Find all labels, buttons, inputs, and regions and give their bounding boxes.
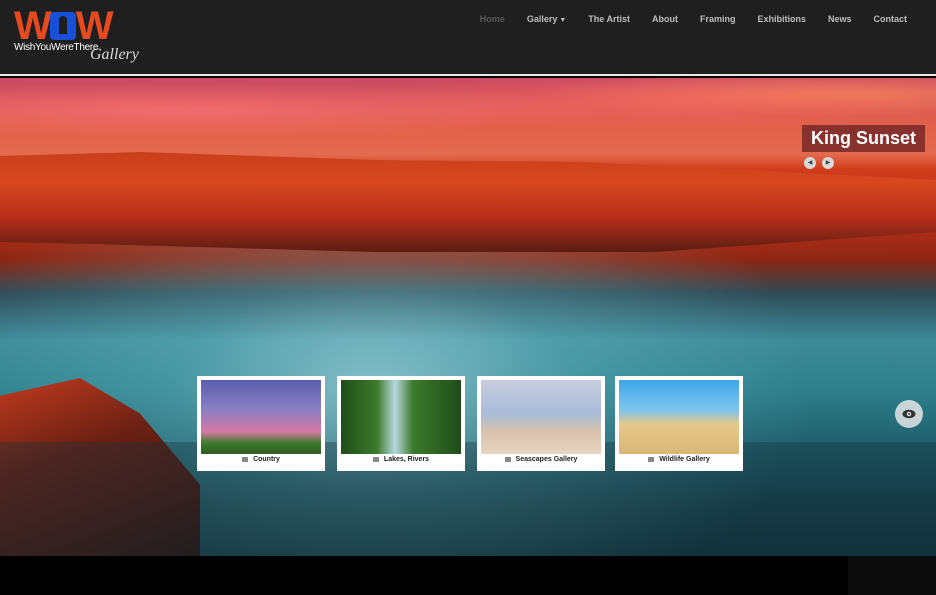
hero-cliff bbox=[0, 152, 936, 252]
thumb-label: Country bbox=[197, 456, 325, 463]
slide-title: King Sunset bbox=[802, 125, 926, 152]
nav-home[interactable]: Home bbox=[469, 14, 516, 24]
thumb-wildlife[interactable]: Wildlife Gallery bbox=[615, 376, 743, 471]
folder-icon bbox=[242, 456, 249, 462]
view-fullscreen-button[interactable] bbox=[895, 400, 923, 428]
thumb-image bbox=[481, 380, 601, 454]
gallery-thumbnail-strip bbox=[0, 442, 936, 556]
folder-icon bbox=[648, 456, 655, 462]
footer-corner bbox=[848, 556, 936, 595]
thumb-seascapes[interactable]: Seascapes Gallery bbox=[477, 376, 605, 471]
prev-slide-button[interactable]: ◀ bbox=[804, 157, 816, 169]
thumb-label: Seascapes Gallery bbox=[477, 456, 605, 463]
nav-gallery-label: Gallery bbox=[526, 14, 558, 24]
thumb-country[interactable]: Country bbox=[197, 376, 325, 471]
nav-gallery[interactable]: Gallery ▼ bbox=[516, 14, 577, 24]
nav-news[interactable]: News bbox=[817, 14, 863, 24]
thumb-label: Wildlife Gallery bbox=[615, 456, 743, 463]
thumb-lakes-rivers[interactable]: Lakes, Rivers bbox=[337, 376, 465, 471]
next-slide-button[interactable]: ▶ bbox=[822, 157, 834, 169]
nav-framing[interactable]: Framing bbox=[689, 14, 747, 24]
hero-slideshow[interactable]: King Sunset ◀ ▶ bbox=[0, 78, 936, 556]
main-nav: Home Gallery ▼ The Artist About Framing E… bbox=[469, 14, 918, 24]
logo-tagline: WishYouWereThere bbox=[14, 42, 99, 53]
thumb-image bbox=[201, 380, 321, 454]
thumb-label-text: Wildlife Gallery bbox=[659, 456, 710, 463]
folder-icon bbox=[504, 456, 511, 462]
footer-bar bbox=[0, 556, 848, 595]
thumb-label: Lakes, Rivers bbox=[337, 456, 465, 463]
hero-sky bbox=[0, 78, 936, 158]
site-header: WW WishYouWereThere Gallery Home Gallery… bbox=[0, 0, 936, 76]
nav-about[interactable]: About bbox=[641, 14, 689, 24]
eye-icon bbox=[902, 409, 916, 419]
nav-exhibitions[interactable]: Exhibitions bbox=[746, 14, 817, 24]
slide-controls: ◀ ▶ bbox=[804, 157, 834, 169]
folder-icon bbox=[372, 456, 379, 462]
site-logo[interactable]: WW WishYouWereThere Gallery bbox=[14, 6, 144, 66]
thumb-label-text: Seascapes Gallery bbox=[515, 456, 578, 463]
logo-gallery-script: Gallery bbox=[90, 46, 139, 63]
logo-letters: WW bbox=[14, 4, 114, 48]
nav-the-artist[interactable]: The Artist bbox=[577, 14, 641, 24]
chevron-down-icon: ▼ bbox=[559, 17, 567, 24]
thumb-label-text: Lakes, Rivers bbox=[383, 456, 430, 463]
thumb-image bbox=[341, 380, 461, 454]
thumb-label-text: Country bbox=[253, 456, 280, 463]
thumb-image bbox=[619, 380, 739, 454]
nav-contact[interactable]: Contact bbox=[863, 14, 919, 24]
